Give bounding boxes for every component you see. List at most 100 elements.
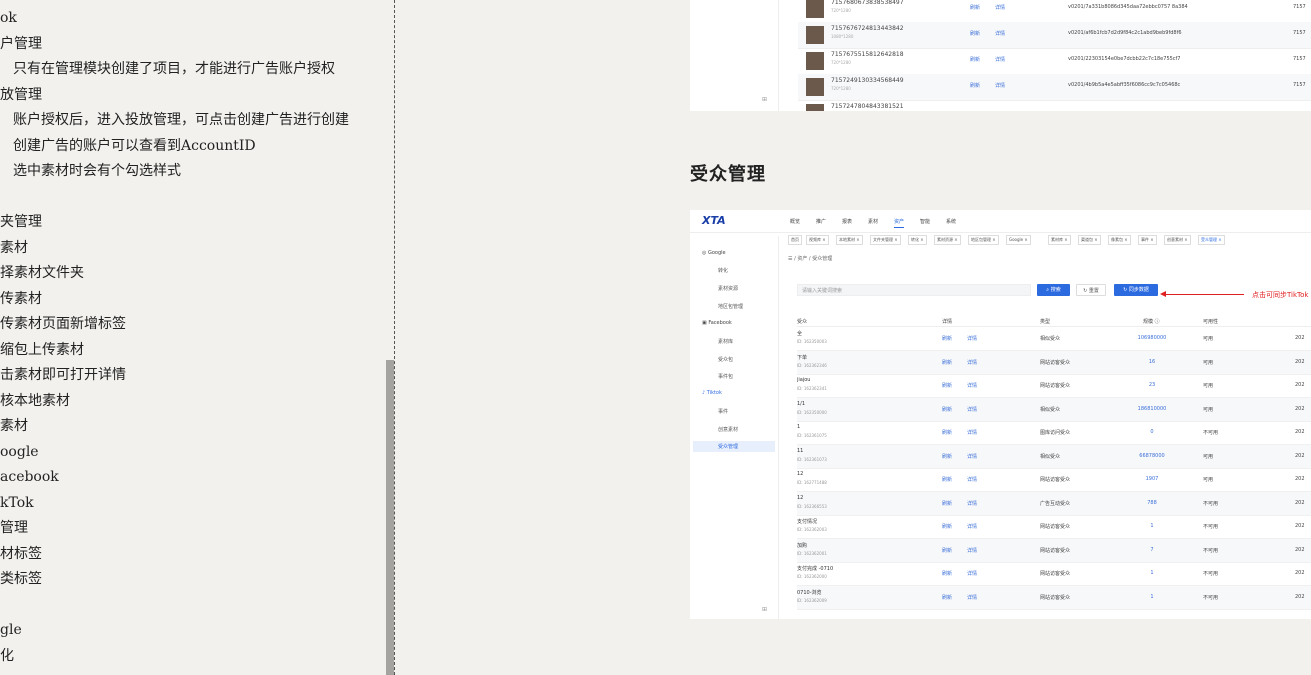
tab-tag[interactable]: 创意素材 × xyxy=(1164,235,1191,245)
tab-tag[interactable]: 首页 xyxy=(788,235,802,245)
sidebar-item-facebook-0[interactable]: 素材库 xyxy=(718,338,733,345)
outline-item[interactable]: gle xyxy=(0,621,22,639)
sidebar-group-facebook[interactable]: ▣ Facebook xyxy=(702,320,732,326)
detail-link[interactable]: 详情 xyxy=(967,359,977,366)
sync-data-button[interactable]: ↻ 同步数据 xyxy=(1114,284,1158,296)
detail-link[interactable]: 详情 xyxy=(967,500,977,507)
tab-tag[interactable]: Google × xyxy=(1006,235,1031,245)
outline-item[interactable]: 只有在管理模块创建了项目，才能进行广告账户授权 xyxy=(13,60,335,78)
outline-item[interactable]: 缩包上传素材 xyxy=(0,341,84,359)
outline-item[interactable]: 创建广告的账户可以查看到AccountID xyxy=(13,137,256,155)
tab-tag[interactable]: 文件夹管理 × xyxy=(870,235,901,245)
outline-item[interactable]: 夹管理 xyxy=(0,213,42,231)
refresh-link[interactable]: 刷新 xyxy=(942,429,952,436)
reset-button[interactable]: ↻ 重置 xyxy=(1076,284,1106,296)
detail-link[interactable]: 详情 xyxy=(995,30,1005,37)
outline-item[interactable]: 类标签 xyxy=(0,570,42,588)
detail-link[interactable]: 详情 xyxy=(967,476,977,483)
video-thumbnail[interactable] xyxy=(806,0,824,18)
video-thumbnail[interactable] xyxy=(806,26,824,44)
video-thumbnail[interactable] xyxy=(806,104,824,111)
refresh-link[interactable]: 刷新 xyxy=(942,547,952,554)
nav-item[interactable]: 系统 xyxy=(946,218,956,225)
refresh-link[interactable]: 刷新 xyxy=(942,594,952,601)
tab-tag[interactable]: 地区包管理 × xyxy=(968,235,999,245)
refresh-link[interactable]: 刷新 xyxy=(942,500,952,507)
detail-link[interactable]: 详情 xyxy=(995,56,1005,63)
outline-item[interactable]: 素材 xyxy=(0,417,28,435)
sidebar-item-facebook-2[interactable]: 事件包 xyxy=(718,373,733,380)
detail-link[interactable]: 详情 xyxy=(967,594,977,601)
refresh-link[interactable]: 刷新 xyxy=(942,406,952,413)
outline-item[interactable]: kTok xyxy=(0,494,34,512)
video-thumbnail[interactable] xyxy=(806,52,824,70)
outline-item[interactable]: 传素材页面新增标签 xyxy=(0,315,126,333)
tab-tag[interactable]: 本地素材 × xyxy=(836,235,863,245)
refresh-link[interactable]: 刷新 xyxy=(942,359,952,366)
outline-item[interactable]: acebook xyxy=(0,468,59,486)
outline-item[interactable]: 选中素材时会有个勾选样式 xyxy=(13,162,181,180)
outline-item[interactable]: 击素材即可打开详情 xyxy=(0,366,126,384)
detail-link[interactable]: 详情 xyxy=(967,453,977,460)
outline-item[interactable]: 素材 xyxy=(0,239,28,257)
detail-link[interactable]: 详情 xyxy=(967,429,977,436)
sidebar-group-google[interactable]: ◎ Google xyxy=(702,250,726,256)
nav-item[interactable]: 报表 xyxy=(842,218,852,225)
detail-link[interactable]: 详情 xyxy=(995,4,1005,11)
refresh-link[interactable]: 刷新 xyxy=(942,523,952,530)
tab-tag[interactable]: 事件 × xyxy=(1138,235,1157,245)
detail-link[interactable]: 详情 xyxy=(967,406,977,413)
detail-link[interactable]: 详情 xyxy=(967,547,977,554)
tab-tag[interactable]: 素材库 × xyxy=(1048,235,1071,245)
search-button[interactable]: ⌕ 搜索 xyxy=(1037,284,1070,296)
tab-tag[interactable]: 受众管理 × xyxy=(1198,235,1225,245)
refresh-link[interactable]: 刷新 xyxy=(942,570,952,577)
outline-item[interactable]: ok xyxy=(0,9,17,27)
sidebar-item-google-1[interactable]: 素材资源 xyxy=(718,285,738,292)
sidebar-collapse-icon[interactable]: ⊞ xyxy=(762,606,767,613)
sidebar-item-tiktok-0[interactable]: 事件 xyxy=(718,408,728,415)
sidebar-item-tiktok-1[interactable]: 创意素材 xyxy=(718,426,738,433)
outline-item[interactable]: 材标签 xyxy=(0,545,42,563)
nav-item[interactable]: 智能 xyxy=(920,218,930,225)
refresh-link[interactable]: 刷新 xyxy=(970,82,980,89)
nav-item[interactable]: 素材 xyxy=(868,218,878,225)
outline-item[interactable]: 放管理 xyxy=(0,86,42,104)
detail-link[interactable]: 详情 xyxy=(995,82,1005,89)
sidebar-item-tiktok-2[interactable]: 受众管理 xyxy=(718,443,738,450)
outline-item[interactable]: 择素材文件夹 xyxy=(0,264,84,282)
tab-tag[interactable]: 视频库 × xyxy=(806,235,829,245)
refresh-link[interactable]: 刷新 xyxy=(942,335,952,342)
outline-item[interactable]: 户管理 xyxy=(0,35,42,53)
nav-item[interactable]: 概览 xyxy=(790,218,800,225)
outline-item[interactable]: 管理 xyxy=(0,519,28,537)
outline-item[interactable]: 核本地素材 xyxy=(0,392,70,410)
outline-scrollbar-thumb[interactable] xyxy=(386,360,394,675)
refresh-link[interactable]: 刷新 xyxy=(970,56,980,63)
detail-link[interactable]: 详情 xyxy=(967,382,977,389)
outline-item[interactable]: oogle xyxy=(0,443,39,461)
refresh-link[interactable]: 刷新 xyxy=(942,453,952,460)
tab-tag[interactable]: 渠道包 × xyxy=(1078,235,1101,245)
detail-link[interactable]: 详情 xyxy=(967,523,977,530)
sidebar-item-facebook-1[interactable]: 受众包 xyxy=(718,356,733,363)
outline-item[interactable]: 账户授权后，进入投放管理，可点击创建广告进行创建 xyxy=(13,111,349,129)
tab-tag[interactable]: 转化 × xyxy=(908,235,927,245)
detail-link[interactable]: 详情 xyxy=(967,335,977,342)
tab-tag[interactable]: 像素包 × xyxy=(1108,235,1131,245)
video-thumbnail[interactable] xyxy=(806,78,824,96)
sidebar-group-tiktok[interactable]: ♪ Tiktok xyxy=(702,390,722,396)
refresh-link[interactable]: 刷新 xyxy=(970,30,980,37)
tab-tag[interactable]: 素材资源 × xyxy=(934,235,961,245)
sidebar-item-google-2[interactable]: 地区包管理 xyxy=(718,303,743,310)
search-input[interactable]: 请输入关键词搜索 xyxy=(797,284,1031,296)
sidebar-item-google-0[interactable]: 转化 xyxy=(718,267,728,274)
outline-item[interactable]: 化 xyxy=(0,647,14,665)
refresh-link[interactable]: 刷新 xyxy=(970,4,980,11)
refresh-link[interactable]: 刷新 xyxy=(942,476,952,483)
detail-link[interactable]: 详情 xyxy=(967,570,977,577)
outline-item[interactable]: 传素材 xyxy=(0,290,42,308)
refresh-link[interactable]: 刷新 xyxy=(942,382,952,389)
nav-item[interactable]: 推广 xyxy=(816,218,826,225)
nav-item[interactable]: 资产 xyxy=(894,218,905,228)
